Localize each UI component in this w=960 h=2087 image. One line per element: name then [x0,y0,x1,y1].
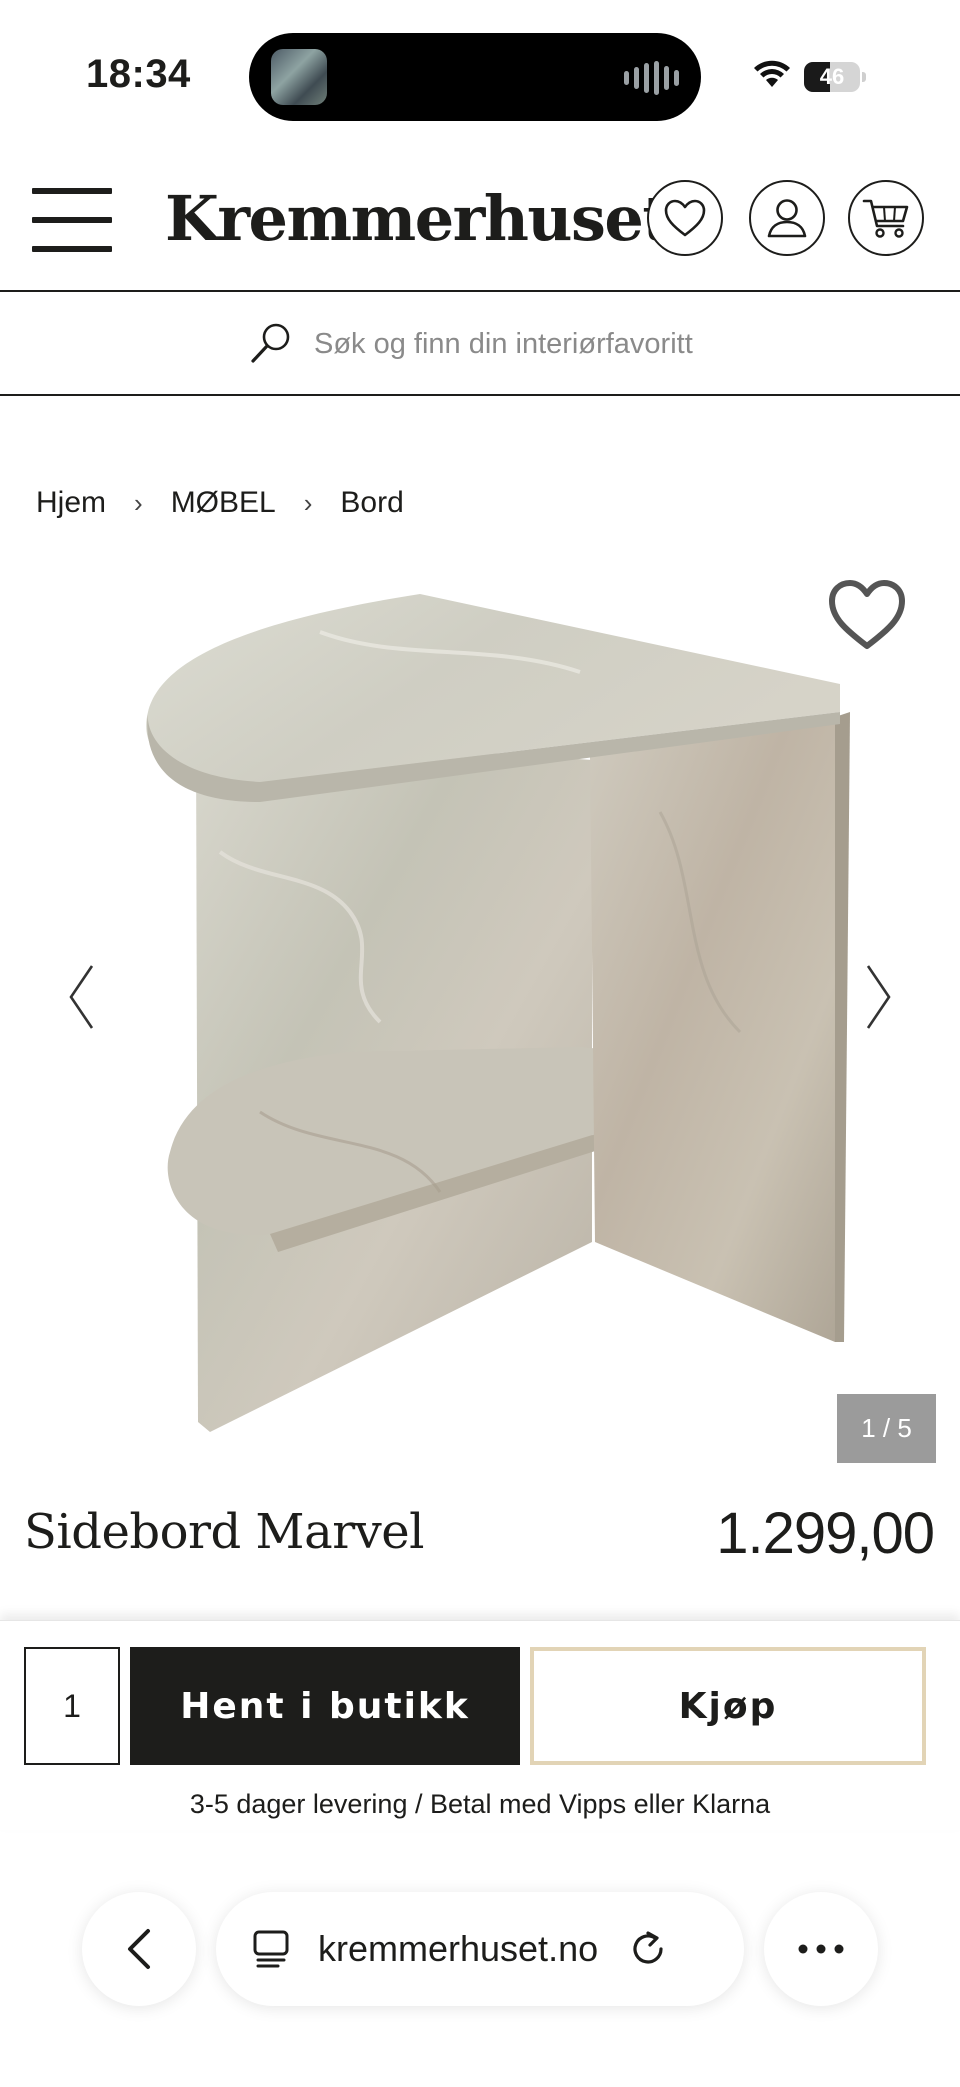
status-bar: 18:34 46 [0,0,960,150]
breadcrumb-bord[interactable]: Bord [340,486,403,520]
purchase-bar: Hent i butikk Kjøp 3-5 dager levering / … [0,1620,960,1830]
now-playing-artwork [271,49,327,105]
account-button[interactable] [749,180,825,256]
menu-icon[interactable] [32,188,112,252]
audio-waveform-icon [624,61,679,95]
more-dots-icon [798,1944,844,1954]
address-bar[interactable]: kremmerhuset.no [216,1892,744,2006]
pickup-in-store-button[interactable]: Hent i butikk [130,1647,520,1765]
search-input[interactable] [314,318,834,370]
chevron-left-icon [128,1929,150,1969]
marble-side-table-image [146,594,850,1432]
delivery-note: 3-5 dager levering / Betal med Vipps ell… [189,1789,771,1819]
more-options-button[interactable] [764,1892,878,2006]
user-icon [767,199,807,238]
breadcrumb-home[interactable]: Hjem [36,486,106,520]
battery-level: 46 [819,64,845,89]
search-icon [251,323,290,363]
site-header: Kremmerhuset [0,150,960,292]
breadcrumb: Hjem › MØBEL › Bord [36,486,404,520]
image-counter: 1 / 5 [837,1394,936,1463]
wishlist-button[interactable] [647,180,723,256]
product-price: 1.299,00 [716,1501,935,1566]
add-to-wishlist-heart-icon[interactable] [826,578,908,652]
previous-image-arrow-icon[interactable] [66,962,96,1032]
cart-icon [862,199,909,238]
breadcrumb-mobel[interactable]: MØBEL [171,486,276,520]
browser-back-button[interactable] [82,1892,196,2006]
url-text: kremmerhuset.no [318,1928,599,1969]
browser-toolbar: kremmerhuset.no [0,1862,960,2087]
dynamic-island [249,33,701,121]
product-image[interactable] [20,552,942,1464]
buy-button[interactable]: Kjøp [530,1647,926,1765]
breadcrumb-separator: › [134,487,143,518]
next-image-arrow-icon[interactable] [864,962,894,1032]
wifi-icon [754,60,790,87]
product-title: Sidebord Marvel [24,1504,425,1560]
breadcrumb-separator: › [303,487,313,518]
quantity-input[interactable] [24,1647,120,1765]
status-time: 18:34 [86,52,191,96]
heart-icon [664,199,706,237]
search-bar [0,294,960,396]
cart-button[interactable] [848,180,924,256]
page-menu-icon [253,1930,289,1968]
brand-logo[interactable]: Kremmerhuset [165,182,671,255]
reload-icon[interactable] [628,1929,668,1969]
battery-icon: 46 [804,62,866,92]
